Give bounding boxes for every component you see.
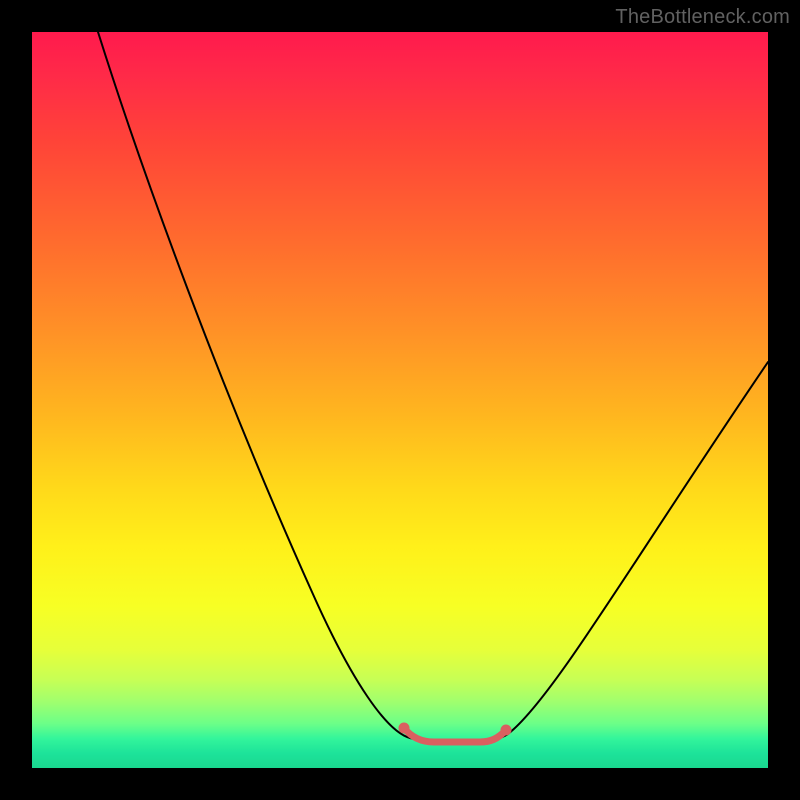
plot-area	[32, 32, 768, 768]
curve-svg	[32, 32, 768, 768]
chart-frame: TheBottleneck.com	[0, 0, 800, 800]
bottleneck-curve	[98, 32, 768, 741]
highlight-dot-left	[399, 723, 410, 734]
watermark-text: TheBottleneck.com	[615, 6, 790, 29]
highlight-segment	[404, 728, 506, 742]
highlight-dot-right	[501, 725, 512, 736]
